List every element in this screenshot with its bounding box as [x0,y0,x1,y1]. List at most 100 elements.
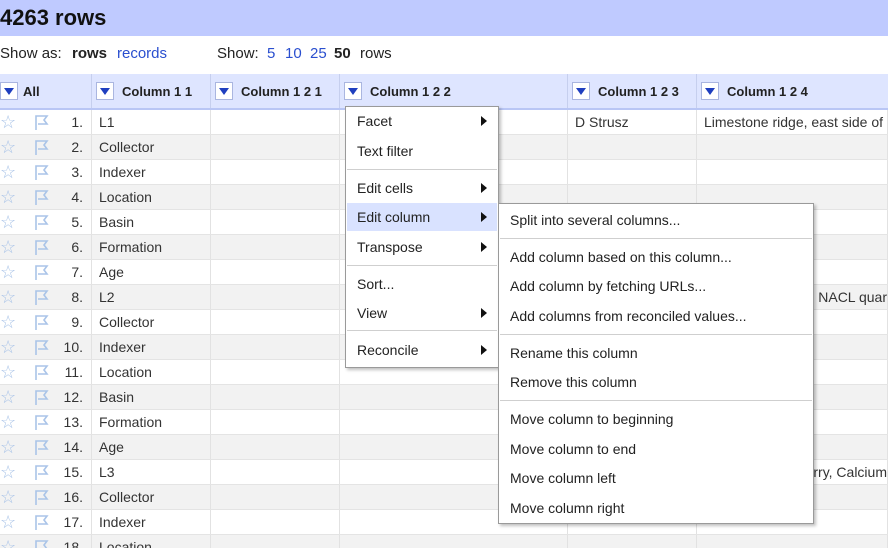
page-size-5[interactable]: 5 [267,45,275,62]
flag-icon[interactable] [34,413,50,431]
column-dropdown-icon[interactable] [215,82,233,100]
flag-icon[interactable] [34,263,50,281]
star-icon[interactable]: ☆ [0,487,18,507]
row-count-title: 4263 rows [0,5,107,30]
row-controls-cell: ☆ 3. [0,160,92,184]
star-icon[interactable]: ☆ [0,362,18,382]
table-cell [211,185,340,209]
menu-item-add-column-fetch-urls[interactable]: Add column by fetching URLs... [500,272,812,300]
star-icon[interactable]: ☆ [0,462,18,482]
page-size-50-selected: 50 [334,45,351,62]
flag-icon[interactable] [34,488,50,506]
column-header-1-2-2[interactable]: Column 1 2 2 [340,74,568,108]
flag-icon[interactable] [34,463,50,481]
row-number: 16. [63,489,83,505]
row-controls-cell: ☆ 14. [0,435,92,459]
star-icon[interactable]: ☆ [0,112,18,132]
flag-icon[interactable] [34,163,50,181]
all-dropdown-icon[interactable] [0,82,18,100]
menu-item-sort[interactable]: Sort... [347,270,497,298]
menu-item-transpose[interactable]: Transpose [347,233,497,261]
flag-icon[interactable] [34,213,50,231]
menu-item-reconcile[interactable]: Reconcile [347,336,497,364]
table-cell [211,460,340,484]
menu-item-label: View [357,305,388,321]
star-icon[interactable]: ☆ [0,512,18,532]
star-icon[interactable]: ☆ [0,312,18,332]
row-number: 12. [63,389,83,405]
menu-item-label: Split into several columns... [510,212,681,228]
menu-item-add-reconciled-columns[interactable]: Add columns from reconciled values... [500,302,812,330]
star-icon[interactable]: ☆ [0,437,18,457]
column-header-1-1[interactable]: Column 1 1 [92,74,211,108]
star-icon[interactable]: ☆ [0,412,18,432]
table-cell: Location [92,360,211,384]
menu-separator [347,330,497,331]
star-icon[interactable]: ☆ [0,187,18,207]
menu-item-move-to-beginning[interactable]: Move column to beginning [500,405,812,433]
star-icon[interactable]: ☆ [0,337,18,357]
row-number: 2. [71,139,83,155]
menu-separator [347,169,497,170]
flag-icon[interactable] [34,138,50,156]
flag-icon[interactable] [34,338,50,356]
menu-item-rename-column[interactable]: Rename this column [500,339,812,367]
flag-icon[interactable] [34,113,50,131]
menu-item-add-column-based[interactable]: Add column based on this column... [500,243,812,271]
star-icon[interactable]: ☆ [0,137,18,157]
submenu-arrow-icon [481,183,487,193]
flag-icon[interactable] [34,313,50,331]
flag-icon[interactable] [34,238,50,256]
star-icon[interactable]: ☆ [0,212,18,232]
star-icon[interactable]: ☆ [0,387,18,407]
menu-item-label: Edit cells [357,180,414,196]
flag-icon[interactable] [34,513,50,531]
flag-icon[interactable] [34,388,50,406]
row-number: 8. [71,289,83,305]
column-header-1-2-3[interactable]: Column 1 2 3 [568,74,697,108]
table-cell [340,535,568,548]
flag-icon[interactable] [34,188,50,206]
menu-item-facet[interactable]: Facet [347,107,497,135]
submenu-arrow-icon [481,212,487,222]
star-icon[interactable]: ☆ [0,287,18,307]
column-header-1-2-4[interactable]: Column 1 2 4 [697,74,888,108]
column-dropdown-icon[interactable] [344,82,362,100]
menu-item-move-right[interactable]: Move column right [500,494,812,522]
table-cell [211,285,340,309]
column-header-1-2-1[interactable]: Column 1 2 1 [211,74,340,108]
row-number: 4. [71,189,83,205]
table-cell [211,435,340,459]
column-dropdown-icon[interactable] [572,82,590,100]
page-size-10[interactable]: 10 [285,45,302,62]
menu-item-view[interactable]: View [347,299,497,327]
records-mode-link[interactable]: records [117,45,167,62]
menu-item-remove-column[interactable]: Remove this column [500,368,812,396]
column-dropdown-icon[interactable] [701,82,719,100]
table-cell [211,535,340,548]
flag-icon[interactable] [34,538,50,548]
flag-icon[interactable] [34,288,50,306]
column-header-all[interactable]: All [0,74,92,108]
menu-item-text-filter[interactable]: Text filter [347,137,497,165]
menu-item-edit-cells[interactable]: Edit cells [347,174,497,202]
edit-column-submenu: Split into several columns... Add column… [498,203,814,524]
column-context-menu: Facet Text filter Edit cells Edit column… [345,106,499,368]
star-icon[interactable]: ☆ [0,537,18,548]
star-icon[interactable]: ☆ [0,162,18,182]
star-icon[interactable]: ☆ [0,262,18,282]
flag-icon[interactable] [34,363,50,381]
menu-item-move-to-end[interactable]: Move column to end [500,435,812,463]
page-size-25[interactable]: 25 [310,45,327,62]
star-icon[interactable]: ☆ [0,237,18,257]
table-cell [697,160,888,184]
table-cell [211,210,340,234]
table-cell [568,535,697,548]
flag-icon[interactable] [34,438,50,456]
column-dropdown-icon[interactable] [96,82,114,100]
menu-item-move-left[interactable]: Move column left [500,464,812,492]
menu-separator [500,400,812,401]
menu-item-edit-column[interactable]: Edit column [347,203,497,231]
rows-suffix: rows [360,45,392,62]
menu-item-split-columns[interactable]: Split into several columns... [500,206,812,234]
